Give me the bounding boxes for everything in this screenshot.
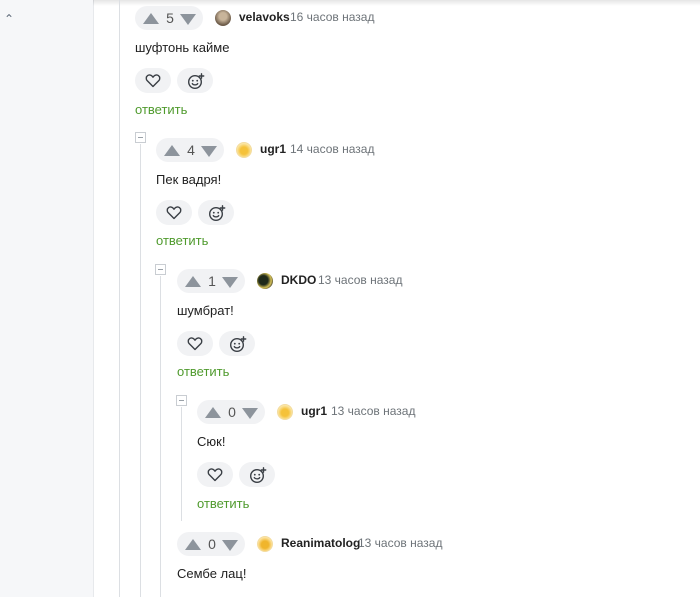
comment-header: 0 ugr1 13 часов назад (197, 399, 697, 424)
downvote-icon[interactable] (242, 408, 258, 419)
reply-link[interactable]: ответить (156, 233, 208, 248)
reply-link[interactable]: ответить (135, 102, 187, 117)
add-reaction-button[interactable] (177, 68, 213, 93)
timestamp[interactable]: 14 часов назад (290, 142, 374, 156)
comment-text: шумбрат! (177, 303, 234, 318)
downvote-icon[interactable] (180, 14, 196, 25)
avatar[interactable] (257, 273, 273, 289)
timestamp[interactable]: 13 часов назад (318, 273, 402, 287)
upvote-icon[interactable] (164, 145, 180, 156)
chevron-up-icon[interactable]: ⌃ (4, 12, 14, 26)
comment: 1 DKDO 13 часов назад шумбрат! ответить (177, 268, 697, 388)
add-reaction-button[interactable] (219, 331, 255, 356)
rating-value: 0 (208, 536, 216, 552)
heart-icon (187, 337, 203, 351)
username[interactable]: velavoks (239, 10, 290, 24)
rating-control: 0 (197, 400, 265, 424)
timestamp[interactable]: 13 часов назад (358, 536, 442, 550)
comment-header: 5 velavoks 16 часов назад (135, 5, 695, 30)
rating-control: 0 (177, 532, 245, 556)
collapse-thread-button[interactable] (155, 264, 166, 275)
thread-line (160, 276, 161, 597)
upvote-icon[interactable] (185, 276, 201, 287)
comment: 0 ugr1 13 часов назад Сюк! ответить (197, 399, 697, 519)
heart-icon (207, 468, 223, 482)
username[interactable]: Reanimatolog (281, 536, 360, 550)
comment-text: Сюк! (197, 434, 226, 449)
emoji-add-icon (250, 467, 267, 483)
upvote-icon[interactable] (185, 539, 201, 550)
thread-line (140, 144, 141, 597)
emoji-add-icon (188, 73, 205, 89)
avatar[interactable] (277, 404, 293, 420)
heart-icon (145, 74, 161, 88)
thread-line (181, 407, 182, 521)
downvote-icon[interactable] (222, 277, 238, 288)
rating-value: 1 (208, 273, 216, 289)
comment: 0 Reanimatolog 13 часов назад Сембе лац! (177, 531, 697, 597)
thread-line (119, 0, 120, 597)
collapse-thread-button[interactable] (176, 395, 187, 406)
timestamp[interactable]: 13 часов назад (331, 404, 415, 418)
comment: 5 velavoks 16 часов назад шуфтонь кайме … (135, 5, 695, 125)
like-button[interactable] (177, 331, 213, 356)
timestamp[interactable]: 16 часов назад (290, 10, 374, 24)
comment-text: шуфтонь кайме (135, 40, 230, 55)
avatar[interactable] (236, 142, 252, 158)
comment-header: 4 ugr1 14 часов назад (156, 137, 696, 162)
avatar[interactable] (257, 536, 273, 552)
add-reaction-button[interactable] (239, 462, 275, 487)
emoji-add-icon (230, 336, 247, 352)
upvote-icon[interactable] (205, 407, 221, 418)
comment-text: Пек вадря! (156, 172, 222, 187)
downvote-icon[interactable] (201, 146, 217, 157)
collapse-thread-button[interactable] (135, 132, 146, 143)
heart-icon (166, 206, 182, 220)
add-reaction-button[interactable] (198, 200, 234, 225)
left-sidebar: ⌃ (0, 0, 94, 597)
comment-header: 1 DKDO 13 часов назад (177, 268, 697, 293)
comment-header: 0 Reanimatolog 13 часов назад (177, 531, 697, 556)
username[interactable]: ugr1 (301, 404, 327, 418)
username[interactable]: DKDO (281, 273, 316, 287)
reply-link[interactable]: ответить (177, 364, 229, 379)
avatar[interactable] (215, 10, 231, 26)
username[interactable]: ugr1 (260, 142, 286, 156)
upvote-icon[interactable] (143, 13, 159, 24)
reply-link[interactable]: ответить (197, 496, 249, 511)
like-button[interactable] (156, 200, 192, 225)
rating-control: 4 (156, 138, 224, 162)
downvote-icon[interactable] (222, 540, 238, 551)
rating-value: 0 (228, 404, 236, 420)
like-button[interactable] (197, 462, 233, 487)
emoji-add-icon (209, 205, 226, 221)
rating-value: 5 (166, 10, 174, 26)
rating-control: 5 (135, 6, 203, 30)
rating-control: 1 (177, 269, 245, 293)
comment-text: Сембе лац! (177, 566, 247, 581)
rating-value: 4 (187, 142, 195, 158)
comment: 4 ugr1 14 часов назад Пек вадря! ответит… (156, 137, 696, 257)
like-button[interactable] (135, 68, 171, 93)
